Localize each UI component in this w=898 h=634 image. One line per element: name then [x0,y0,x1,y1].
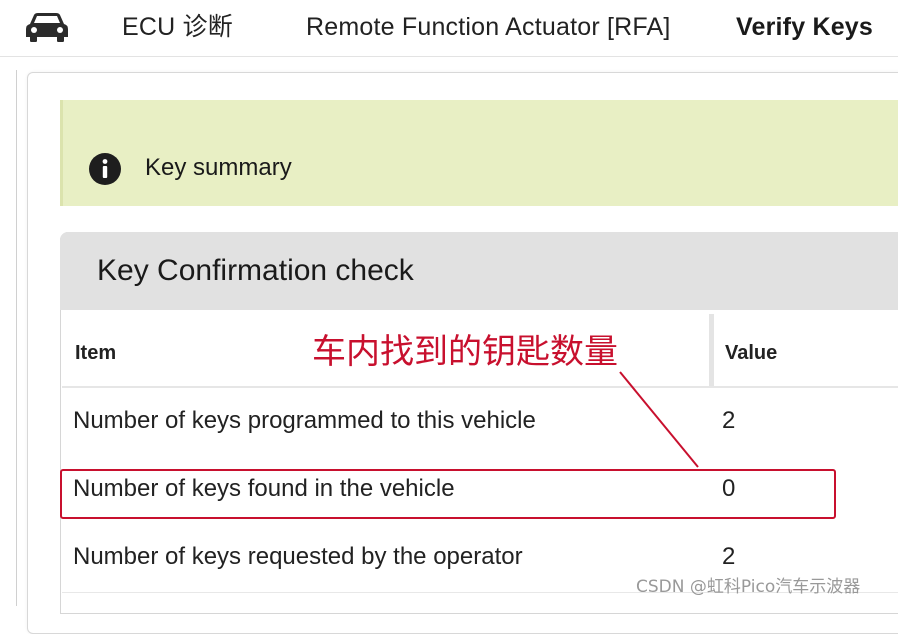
breadcrumb-bar: ECU 诊断 Remote Function Actuator [RFA] Ve… [0,0,898,57]
table-row: Number of keys programmed to this vehicl… [62,388,898,457]
row-value-cell: 2 [722,407,736,434]
info-icon [89,153,121,185]
row-item-cell: Number of keys requested by the operator [73,543,523,570]
panel-title: Key Confirmation check [97,254,414,287]
column-resize-handle[interactable] [709,314,714,386]
info-banner-text: Key summary [145,154,292,181]
breadcrumb-remote-function-actuator[interactable]: Remote Function Actuator [RFA] [306,12,671,42]
column-header-item[interactable]: Item [75,340,116,366]
watermark: CSDN @虹科Pico汽车示波器 [636,577,861,597]
left-divider [16,70,17,606]
breadcrumb-verify-keys: Verify Keys [736,13,874,41]
row-item-cell: Number of keys programmed to this vehicl… [73,407,536,434]
annotation-highlight-box [60,469,836,519]
column-header-value[interactable]: Value [725,340,777,366]
row-value-cell: 2 [722,543,736,570]
breadcrumb-ecu-diagnosis[interactable]: ECU 诊断 [122,12,233,42]
annotation-callout-text: 车内找到的钥匙数量 [312,332,618,372]
car-icon[interactable] [24,10,70,44]
